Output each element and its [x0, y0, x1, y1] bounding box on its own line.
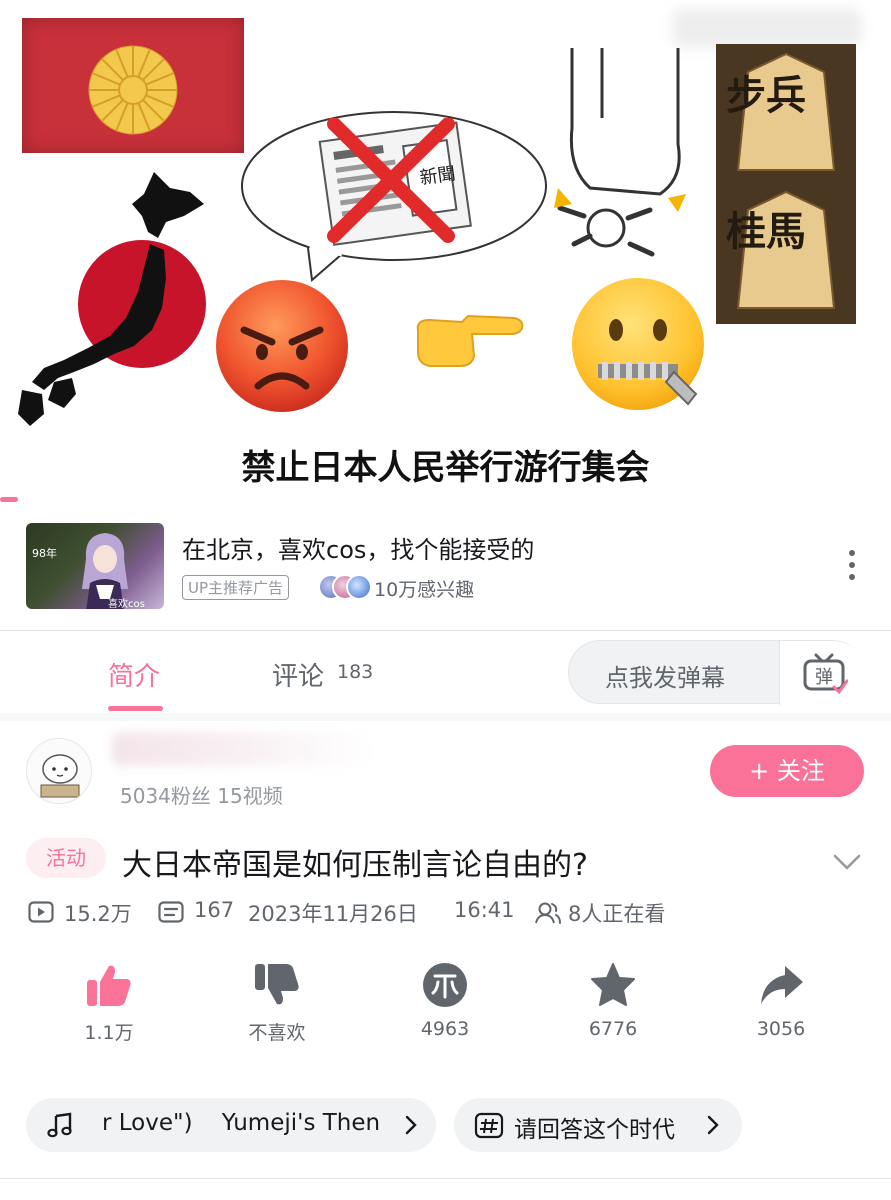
dislike-button[interactable]: 不喜欢: [222, 962, 332, 1045]
danmaku-tv-icon: 弹: [803, 653, 848, 695]
viewers-icon: [535, 902, 561, 924]
publish-date: 2023年11月26日: [248, 902, 418, 926]
pointing-hand-emoji: [416, 314, 524, 367]
thumbs-down-icon: [255, 964, 299, 1005]
shogi-pieces-image: 步兵 桂馬: [716, 44, 856, 324]
tab-intro[interactable]: 简介: [108, 656, 160, 693]
favorite-button[interactable]: 6776: [558, 962, 668, 1040]
like-count: 1.1万: [84, 1022, 134, 1044]
video-player[interactable]: 新聞 步兵 桂馬 禁止日本人民举行游行集会: [0, 0, 891, 500]
chevron-right-icon: [405, 1115, 417, 1135]
danmaku-toggle-button[interactable]: 弹: [779, 641, 865, 705]
video-meta: 15.2万 167 2023年11月26日 16:41 8人正在看: [28, 898, 888, 928]
music-chip[interactable]: r Love") Yumeji's Then: [26, 1098, 436, 1152]
coin-icon: [423, 963, 467, 1007]
follow-button[interactable]: + 关注: [710, 745, 864, 797]
danmaku-icon-glyph: 弹: [815, 667, 833, 688]
danmaku-input[interactable]: 点我发弹幕 弹: [568, 640, 865, 705]
blurred-watermark: [672, 8, 862, 48]
chrysanthemum-seal-icon: [88, 45, 178, 135]
topic-chip[interactable]: 请回答这个时代: [454, 1098, 742, 1152]
share-button[interactable]: 3056: [726, 962, 836, 1040]
watching-count: 8人正在看: [568, 902, 666, 926]
more-options-icon[interactable]: [838, 548, 866, 582]
share-arrow-icon: [761, 966, 803, 1004]
coin-count: 4963: [420, 1018, 470, 1040]
publish-time: 16:41: [454, 898, 515, 922]
section-separator: [0, 713, 891, 721]
ad-title[interactable]: 在北京，喜欢cos，找个能接受的: [182, 530, 534, 565]
like-button[interactable]: 1.1万: [54, 962, 164, 1045]
divider: [0, 1178, 891, 1179]
ad-thumbnail[interactable]: 98年 喜欢cos: [26, 523, 164, 609]
chevron-right-icon: [707, 1115, 719, 1135]
angry-face-emoji: [216, 280, 348, 412]
tab-comments[interactable]: 评论: [272, 656, 324, 693]
ad-thumb-subtext: 喜欢cos: [108, 599, 145, 609]
thumbs-up-icon: [87, 965, 131, 1006]
divider: [0, 630, 891, 631]
coin-button[interactable]: 4963: [390, 962, 500, 1040]
newspaper-icon: 新聞: [318, 118, 472, 246]
share-count: 3056: [756, 1018, 806, 1040]
danmaku-count: 167: [194, 898, 235, 922]
favorite-count: 6776: [588, 1018, 638, 1040]
hashtag-icon: [474, 1112, 504, 1139]
chevron-down-icon[interactable]: [832, 852, 862, 872]
play-count-icon: [28, 901, 54, 923]
ad-interest-count: 10万感兴趣: [374, 579, 475, 601]
danmaku-count-icon: [158, 901, 184, 923]
ad-interest-avatars: [318, 574, 372, 600]
shogi-bottom-text: 桂馬: [726, 208, 806, 255]
progress-indicator[interactable]: [0, 497, 18, 502]
topic-chip-label: 请回答这个时代: [514, 1117, 675, 1143]
uploader-avatar[interactable]: [26, 738, 92, 804]
music-chip-label: r Love") Yumeji's Then: [102, 1110, 381, 1136]
ad-card[interactable]: 98年 喜欢cos 在北京，喜欢cos，找个能接受的 UP主推荐广告 10万感兴…: [0, 518, 891, 618]
activity-badge[interactable]: 活动: [26, 838, 106, 878]
danmaku-placeholder[interactable]: 点我发弹幕: [605, 658, 725, 693]
view-count: 15.2万: [64, 902, 132, 926]
music-note-icon: [47, 1112, 72, 1138]
japan-map-image: [18, 172, 206, 426]
avatar-illustration: [27, 739, 91, 803]
ad-thumb-label: 98年: [32, 547, 57, 560]
stomping-foot-image: [554, 48, 686, 257]
video-caption: 禁止日本人民举行游行集会: [241, 448, 650, 488]
uploader-name-redacted[interactable]: [112, 732, 372, 766]
zipper-mouth-emoji: [572, 278, 704, 410]
star-icon: [591, 963, 635, 1006]
dislike-label: 不喜欢: [248, 1022, 306, 1044]
imperial-flag-image: [22, 18, 244, 153]
comment-count: 183: [337, 661, 374, 683]
shogi-top-text: 步兵: [726, 72, 806, 119]
uploader-stats: 5034粉丝 15视频: [120, 784, 283, 808]
ad-label-badge: UP主推荐广告: [182, 575, 290, 600]
active-tab-indicator: [108, 706, 163, 711]
video-title: 大日本帝国是如何压制言论自由的?: [122, 848, 588, 883]
